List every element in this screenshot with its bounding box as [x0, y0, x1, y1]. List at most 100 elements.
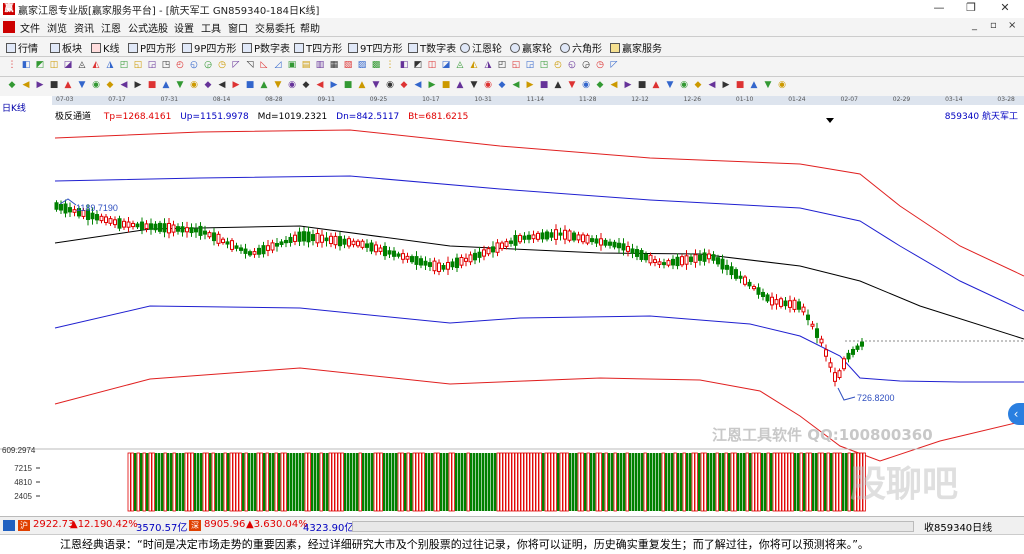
period-tool-button-25[interactable]: ▲	[356, 80, 368, 92]
draw-tool-button-28[interactable]: ◧	[398, 60, 410, 72]
period-tool-button-43[interactable]: ◀	[608, 80, 620, 92]
draw-tool-button-11[interactable]: ◳	[160, 60, 172, 72]
draw-tool-button-10[interactable]: ◲	[146, 60, 158, 72]
9p-square-button[interactable]: 9P四方形	[182, 40, 236, 55]
draw-tool-button-6[interactable]: ◭	[90, 60, 102, 72]
draw-tool-button-36[interactable]: ◱	[510, 60, 522, 72]
draw-tool-button-7[interactable]: ◮	[104, 60, 116, 72]
period-tool-button-21[interactable]: ◆	[300, 80, 312, 92]
draw-tool-button-4[interactable]: ◪	[62, 60, 74, 72]
draw-tool-button-0[interactable]: ⋮	[6, 60, 18, 72]
draw-tool-button-39[interactable]: ◴	[552, 60, 564, 72]
period-tool-button-4[interactable]: ▲	[62, 80, 74, 92]
period-tool-button-8[interactable]: ◀	[118, 80, 130, 92]
draw-tool-button-30[interactable]: ◫	[426, 60, 438, 72]
draw-tool-button-24[interactable]: ▧	[342, 60, 354, 72]
period-tool-button-49[interactable]: ◆	[692, 80, 704, 92]
period-tool-button-26[interactable]: ▼	[370, 80, 382, 92]
draw-tool-button-23[interactable]: ▦	[328, 60, 340, 72]
draw-tool-button-13[interactable]: ◵	[188, 60, 200, 72]
draw-tool-button-26[interactable]: ▩	[370, 60, 382, 72]
draw-tool-button-34[interactable]: ◮	[482, 60, 494, 72]
side-panel-button[interactable]: ‹	[1008, 403, 1024, 425]
t-square-button[interactable]: T四方形	[294, 40, 342, 55]
draw-tool-button-35[interactable]: ◰	[496, 60, 508, 72]
menu-news[interactable]: 资讯	[74, 20, 94, 35]
period-tool-button-55[interactable]: ◉	[776, 80, 788, 92]
p-square-button[interactable]: P四方形	[128, 40, 176, 55]
mdi-close-button[interactable]: ×	[1008, 20, 1016, 31]
period-tool-button-27[interactable]: ◉	[384, 80, 396, 92]
period-tool-button-11[interactable]: ▲	[160, 80, 172, 92]
period-tool-button-9[interactable]: ▶	[132, 80, 144, 92]
draw-tool-button-17[interactable]: ◹	[244, 60, 256, 72]
draw-tool-button-18[interactable]: ◺	[258, 60, 270, 72]
mdi-restore-button[interactable]: ▫	[990, 20, 997, 31]
draw-tool-button-5[interactable]: ◬	[76, 60, 88, 72]
menu-trade[interactable]: 交易委托	[255, 20, 295, 35]
minimize-button[interactable]: —	[924, 0, 954, 18]
draw-tool-button-15[interactable]: ◷	[216, 60, 228, 72]
period-tool-button-54[interactable]: ▼	[762, 80, 774, 92]
period-tool-button-5[interactable]: ▼	[76, 80, 88, 92]
period-tool-button-18[interactable]: ▲	[258, 80, 270, 92]
draw-tool-button-2[interactable]: ◩	[34, 60, 46, 72]
t-number-table-button[interactable]: T数字表	[408, 40, 456, 55]
period-tool-button-41[interactable]: ◉	[580, 80, 592, 92]
draw-tool-button-37[interactable]: ◲	[524, 60, 536, 72]
period-tool-button-44[interactable]: ▶	[622, 80, 634, 92]
draw-tool-button-3[interactable]: ◫	[48, 60, 60, 72]
draw-tool-button-25[interactable]: ▨	[356, 60, 368, 72]
grid-icon[interactable]	[3, 520, 15, 531]
close-button[interactable]: ✕	[990, 0, 1020, 18]
winner-service-button[interactable]: 赢家服务	[610, 40, 662, 55]
period-tool-button-29[interactable]: ◀	[412, 80, 424, 92]
period-tool-button-42[interactable]: ◆	[594, 80, 606, 92]
period-tool-button-51[interactable]: ▶	[720, 80, 732, 92]
horizontal-scrollbar[interactable]	[352, 521, 914, 532]
menu-settings[interactable]: 设置	[174, 20, 194, 35]
draw-tool-button-41[interactable]: ◶	[580, 60, 592, 72]
chart-area[interactable]: 07-03 07-17 07-31 08-14 08-28 09-11 09-25 10-17…	[0, 96, 1024, 516]
kline-button[interactable]: K线	[91, 40, 120, 55]
period-tool-button-36[interactable]: ◀	[510, 80, 522, 92]
period-tool-button-16[interactable]: ▶	[230, 80, 242, 92]
period-tool-button-14[interactable]: ◆	[202, 80, 214, 92]
period-tool-button-32[interactable]: ▲	[454, 80, 466, 92]
draw-tool-button-20[interactable]: ▣	[286, 60, 298, 72]
period-tool-button-50[interactable]: ◀	[706, 80, 718, 92]
draw-tool-button-38[interactable]: ◳	[538, 60, 550, 72]
draw-tool-button-16[interactable]: ◸	[230, 60, 242, 72]
period-tool-button-23[interactable]: ▶	[328, 80, 340, 92]
period-tool-button-30[interactable]: ▶	[426, 80, 438, 92]
menu-formula[interactable]: 公式选股	[128, 20, 168, 35]
period-tool-button-0[interactable]: ◆	[6, 80, 18, 92]
period-tool-button-17[interactable]: ■	[244, 80, 256, 92]
9t-square-button[interactable]: 9T四方形	[348, 40, 402, 55]
period-tool-button-47[interactable]: ▼	[664, 80, 676, 92]
period-tool-button-10[interactable]: ■	[146, 80, 158, 92]
winner-wheel-button[interactable]: 赢家轮	[510, 40, 552, 55]
gann-wheel-button[interactable]: 江恩轮	[460, 40, 502, 55]
period-tool-button-37[interactable]: ▶	[524, 80, 536, 92]
quotes-button[interactable]: 行情	[6, 40, 38, 55]
period-tool-button-7[interactable]: ◆	[104, 80, 116, 92]
draw-tool-button-31[interactable]: ◪	[440, 60, 452, 72]
draw-tool-button-8[interactable]: ◰	[118, 60, 130, 72]
period-tool-button-3[interactable]: ■	[48, 80, 60, 92]
hexagon-button[interactable]: 六角形	[560, 40, 602, 55]
period-tool-button-20[interactable]: ◉	[286, 80, 298, 92]
period-tool-button-39[interactable]: ▲	[552, 80, 564, 92]
period-tool-button-6[interactable]: ◉	[90, 80, 102, 92]
period-tool-button-19[interactable]: ▼	[272, 80, 284, 92]
period-tool-button-13[interactable]: ◉	[188, 80, 200, 92]
menu-file[interactable]: 文件	[20, 20, 40, 35]
sector-button[interactable]: 板块	[50, 40, 82, 55]
draw-tool-button-29[interactable]: ◩	[412, 60, 424, 72]
maximize-button[interactable]: ❐	[956, 0, 986, 18]
period-tool-button-46[interactable]: ▲	[650, 80, 662, 92]
menu-browse[interactable]: 浏览	[47, 20, 67, 35]
period-tool-button-28[interactable]: ◆	[398, 80, 410, 92]
period-tool-button-52[interactable]: ■	[734, 80, 746, 92]
draw-tool-button-21[interactable]: ▤	[300, 60, 312, 72]
